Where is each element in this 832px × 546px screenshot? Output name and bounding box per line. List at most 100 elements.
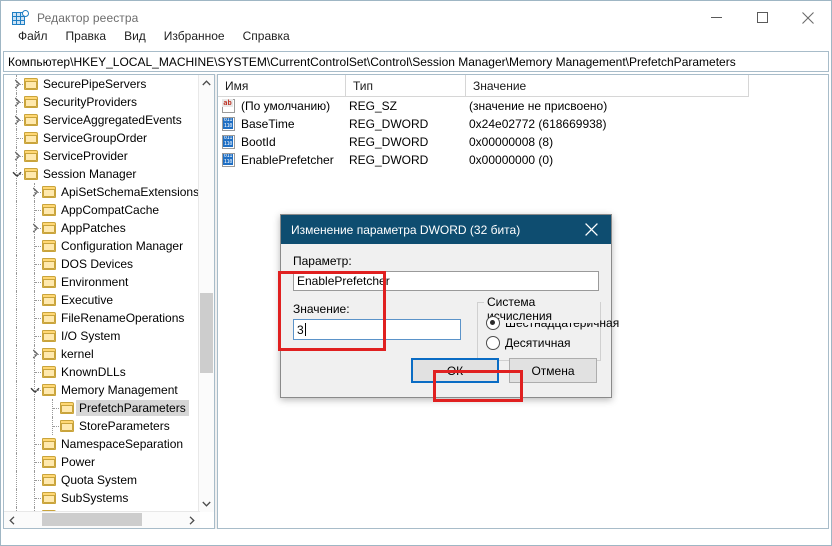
folder-icon	[60, 420, 74, 432]
folder-icon	[24, 78, 38, 90]
tree-node-label: Memory Management	[60, 383, 178, 397]
scroll-up-icon[interactable]	[199, 75, 214, 91]
value-name: BootId	[241, 135, 276, 149]
cell-name: 011110 BootId	[218, 135, 346, 149]
registry-editor-window: Редактор реестра Файл Правка Вид Избранн…	[0, 0, 832, 546]
tree-node[interactable]: ApiSetSchemaExtensions	[4, 183, 200, 201]
maximize-button[interactable]	[739, 1, 785, 34]
column-header-2[interactable]: Значение	[466, 75, 749, 96]
value-name: BaseTime	[241, 117, 295, 131]
scroll-down-icon[interactable]	[199, 496, 214, 512]
tree-node[interactable]: ServiceAggregatedEvents	[4, 111, 200, 129]
registry-values-list[interactable]: ab(По умолчанию)REG_SZ(значение не присв…	[218, 97, 828, 169]
tree-node-label: DOS Devices	[60, 257, 133, 271]
tree-node[interactable]: SecurePipeServers	[4, 75, 200, 93]
tree-node[interactable]: Memory Management	[4, 381, 200, 399]
tree-node-label: FileRenameOperations	[60, 311, 184, 325]
tree-node-label: Environment	[60, 275, 128, 289]
tree-node[interactable]: Executive	[4, 291, 200, 309]
folder-icon	[42, 204, 56, 216]
tree-node[interactable]: I/O System	[4, 327, 200, 345]
cell-name: ab (По умолчанию)	[218, 99, 346, 113]
tree-node[interactable]: ServiceProvider	[4, 147, 200, 165]
scroll-right-icon[interactable]	[184, 512, 200, 528]
tree-node[interactable]: FileRenameOperations	[4, 309, 200, 327]
menu-help[interactable]: Справка	[234, 26, 299, 46]
tree-node-label: SubSystems	[60, 491, 128, 505]
dialog-title: Изменение параметра DWORD (32 бита)	[291, 223, 520, 237]
radio-hexadecimal-icon	[486, 316, 500, 330]
radio-decimal-icon	[486, 336, 500, 350]
value-name: (По умолчанию)	[241, 99, 330, 113]
tree-node[interactable]: NamespaceSeparation	[4, 435, 200, 453]
reg-dword-icon: 011110	[222, 117, 236, 131]
folder-icon	[42, 348, 56, 360]
reg-sz-icon: ab	[222, 99, 236, 113]
cell-value: (значение не присвоено)	[466, 99, 607, 113]
tree-scroll-thumb[interactable]	[200, 293, 213, 373]
tree-node[interactable]: Quota System	[4, 471, 200, 489]
minimize-button[interactable]	[693, 1, 739, 34]
close-button[interactable]	[785, 1, 831, 34]
tree-node[interactable]: PrefetchParameters	[4, 399, 200, 417]
radix-groupbox: Система исчисления Шестнадцатеричная Дес…	[477, 302, 601, 361]
folder-icon	[60, 402, 74, 414]
menu-file[interactable]: Файл	[9, 26, 57, 46]
menu-favorites[interactable]: Избранное	[155, 26, 234, 46]
tree-node[interactable]: KnownDLLs	[4, 363, 200, 381]
tree-horizontal-scrollbar[interactable]	[4, 511, 200, 528]
tree-node[interactable]: SubSystems	[4, 489, 200, 507]
tree-node-label: SecurePipeServers	[42, 77, 146, 91]
tree-node[interactable]: kernel	[4, 345, 200, 363]
folder-icon	[24, 96, 38, 108]
reg-dword-icon: 011110	[222, 153, 236, 167]
tree-node[interactable]: AppPatches	[4, 219, 200, 237]
folder-icon	[42, 240, 56, 252]
radio-decimal[interactable]: Десятичная	[486, 333, 594, 353]
tree-node[interactable]: Environment	[4, 273, 200, 291]
registry-tree[interactable]: SecurePipeServers SecurityProviders Servic…	[4, 75, 200, 512]
folder-icon	[24, 132, 38, 144]
folder-icon	[42, 222, 56, 234]
tree-node-label: KnownDLLs	[60, 365, 126, 379]
menu-view[interactable]: Вид	[115, 26, 155, 46]
folder-icon	[42, 276, 56, 288]
tree-hscroll-thumb[interactable]	[42, 513, 142, 526]
radio-decimal-label: Десятичная	[505, 336, 571, 350]
folder-icon	[42, 474, 56, 486]
menu-edit[interactable]: Правка	[57, 26, 116, 46]
tree-node[interactable]: DOS Devices	[4, 255, 200, 273]
table-row[interactable]: 011110EnablePrefetcherREG_DWORD0x0000000…	[218, 151, 828, 169]
table-row[interactable]: ab(По умолчанию)REG_SZ(значение не присв…	[218, 97, 828, 115]
list-column-headers: ИмяТипЗначение	[218, 75, 749, 97]
tree-node[interactable]: Configuration Manager	[4, 237, 200, 255]
folder-icon	[42, 186, 56, 198]
scroll-left-icon[interactable]	[4, 512, 20, 528]
folder-icon	[42, 366, 56, 378]
tree-node-label: ServiceProvider	[42, 149, 128, 163]
tree-node-label: ServiceAggregatedEvents	[42, 113, 182, 127]
table-row[interactable]: 011110BaseTimeREG_DWORD0x24e02772 (61866…	[218, 115, 828, 133]
tree-node[interactable]: ServiceGroupOrder	[4, 129, 200, 147]
radix-group-title: Система исчисления	[484, 295, 600, 323]
tree-node-label: Configuration Manager	[60, 239, 183, 253]
address-bar[interactable]: Компьютер\HKEY_LOCAL_MACHINE\SYSTEM\Curr…	[3, 51, 829, 72]
tree-node-label: PrefetchParameters	[76, 400, 189, 416]
tree-vertical-scrollbar[interactable]	[198, 75, 214, 512]
column-header-1[interactable]: Тип	[346, 75, 466, 96]
tree-node-label: ApiSetSchemaExtensions	[60, 185, 199, 199]
table-row[interactable]: 011110BootIdREG_DWORD0x00000008 (8)	[218, 133, 828, 151]
tree-node[interactable]: AppCompatCache	[4, 201, 200, 219]
column-header-0[interactable]: Имя	[218, 75, 346, 96]
dialog-title-bar: Изменение параметра DWORD (32 бита)	[281, 215, 611, 244]
folder-icon	[42, 492, 56, 504]
tree-node[interactable]: SecurityProviders	[4, 93, 200, 111]
tree-node[interactable]: StoreParameters	[4, 417, 200, 435]
folder-icon	[42, 330, 56, 342]
tree-node[interactable]: Power	[4, 453, 200, 471]
reg-dword-icon: 011110	[222, 135, 236, 149]
tree-node[interactable]: Session Manager	[4, 165, 200, 183]
value-name: EnablePrefetcher	[241, 153, 334, 167]
tree-node-label: I/O System	[60, 329, 120, 343]
dialog-close-button[interactable]	[571, 215, 611, 244]
